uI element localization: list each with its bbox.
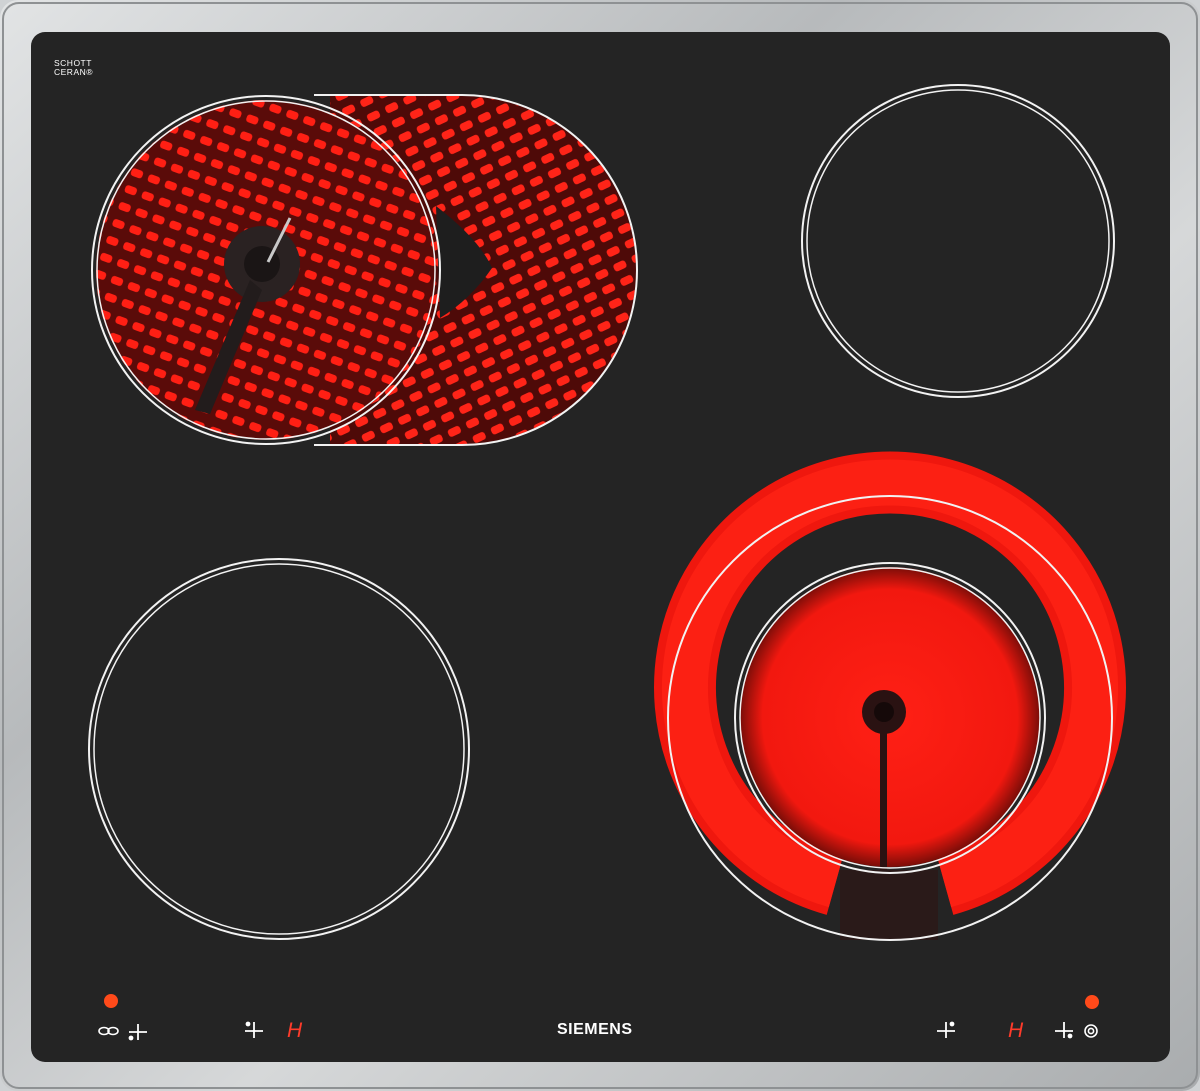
left-indicator-led: [104, 994, 118, 1008]
cooktop-scene: [0, 0, 1200, 1091]
glass-logo: SCHOTT CERAN®: [54, 59, 93, 77]
extended-zone-heat: [96, 96, 636, 444]
right-indicator-led: [1085, 995, 1099, 1009]
residual-heat-indicator-left: H: [287, 1019, 303, 1042]
manufacturer-logo: SIEMENS: [557, 1021, 633, 1038]
glass-logo-line2: CERAN®: [54, 67, 94, 77]
residual-heat-indicator-right: H: [1008, 1019, 1024, 1042]
